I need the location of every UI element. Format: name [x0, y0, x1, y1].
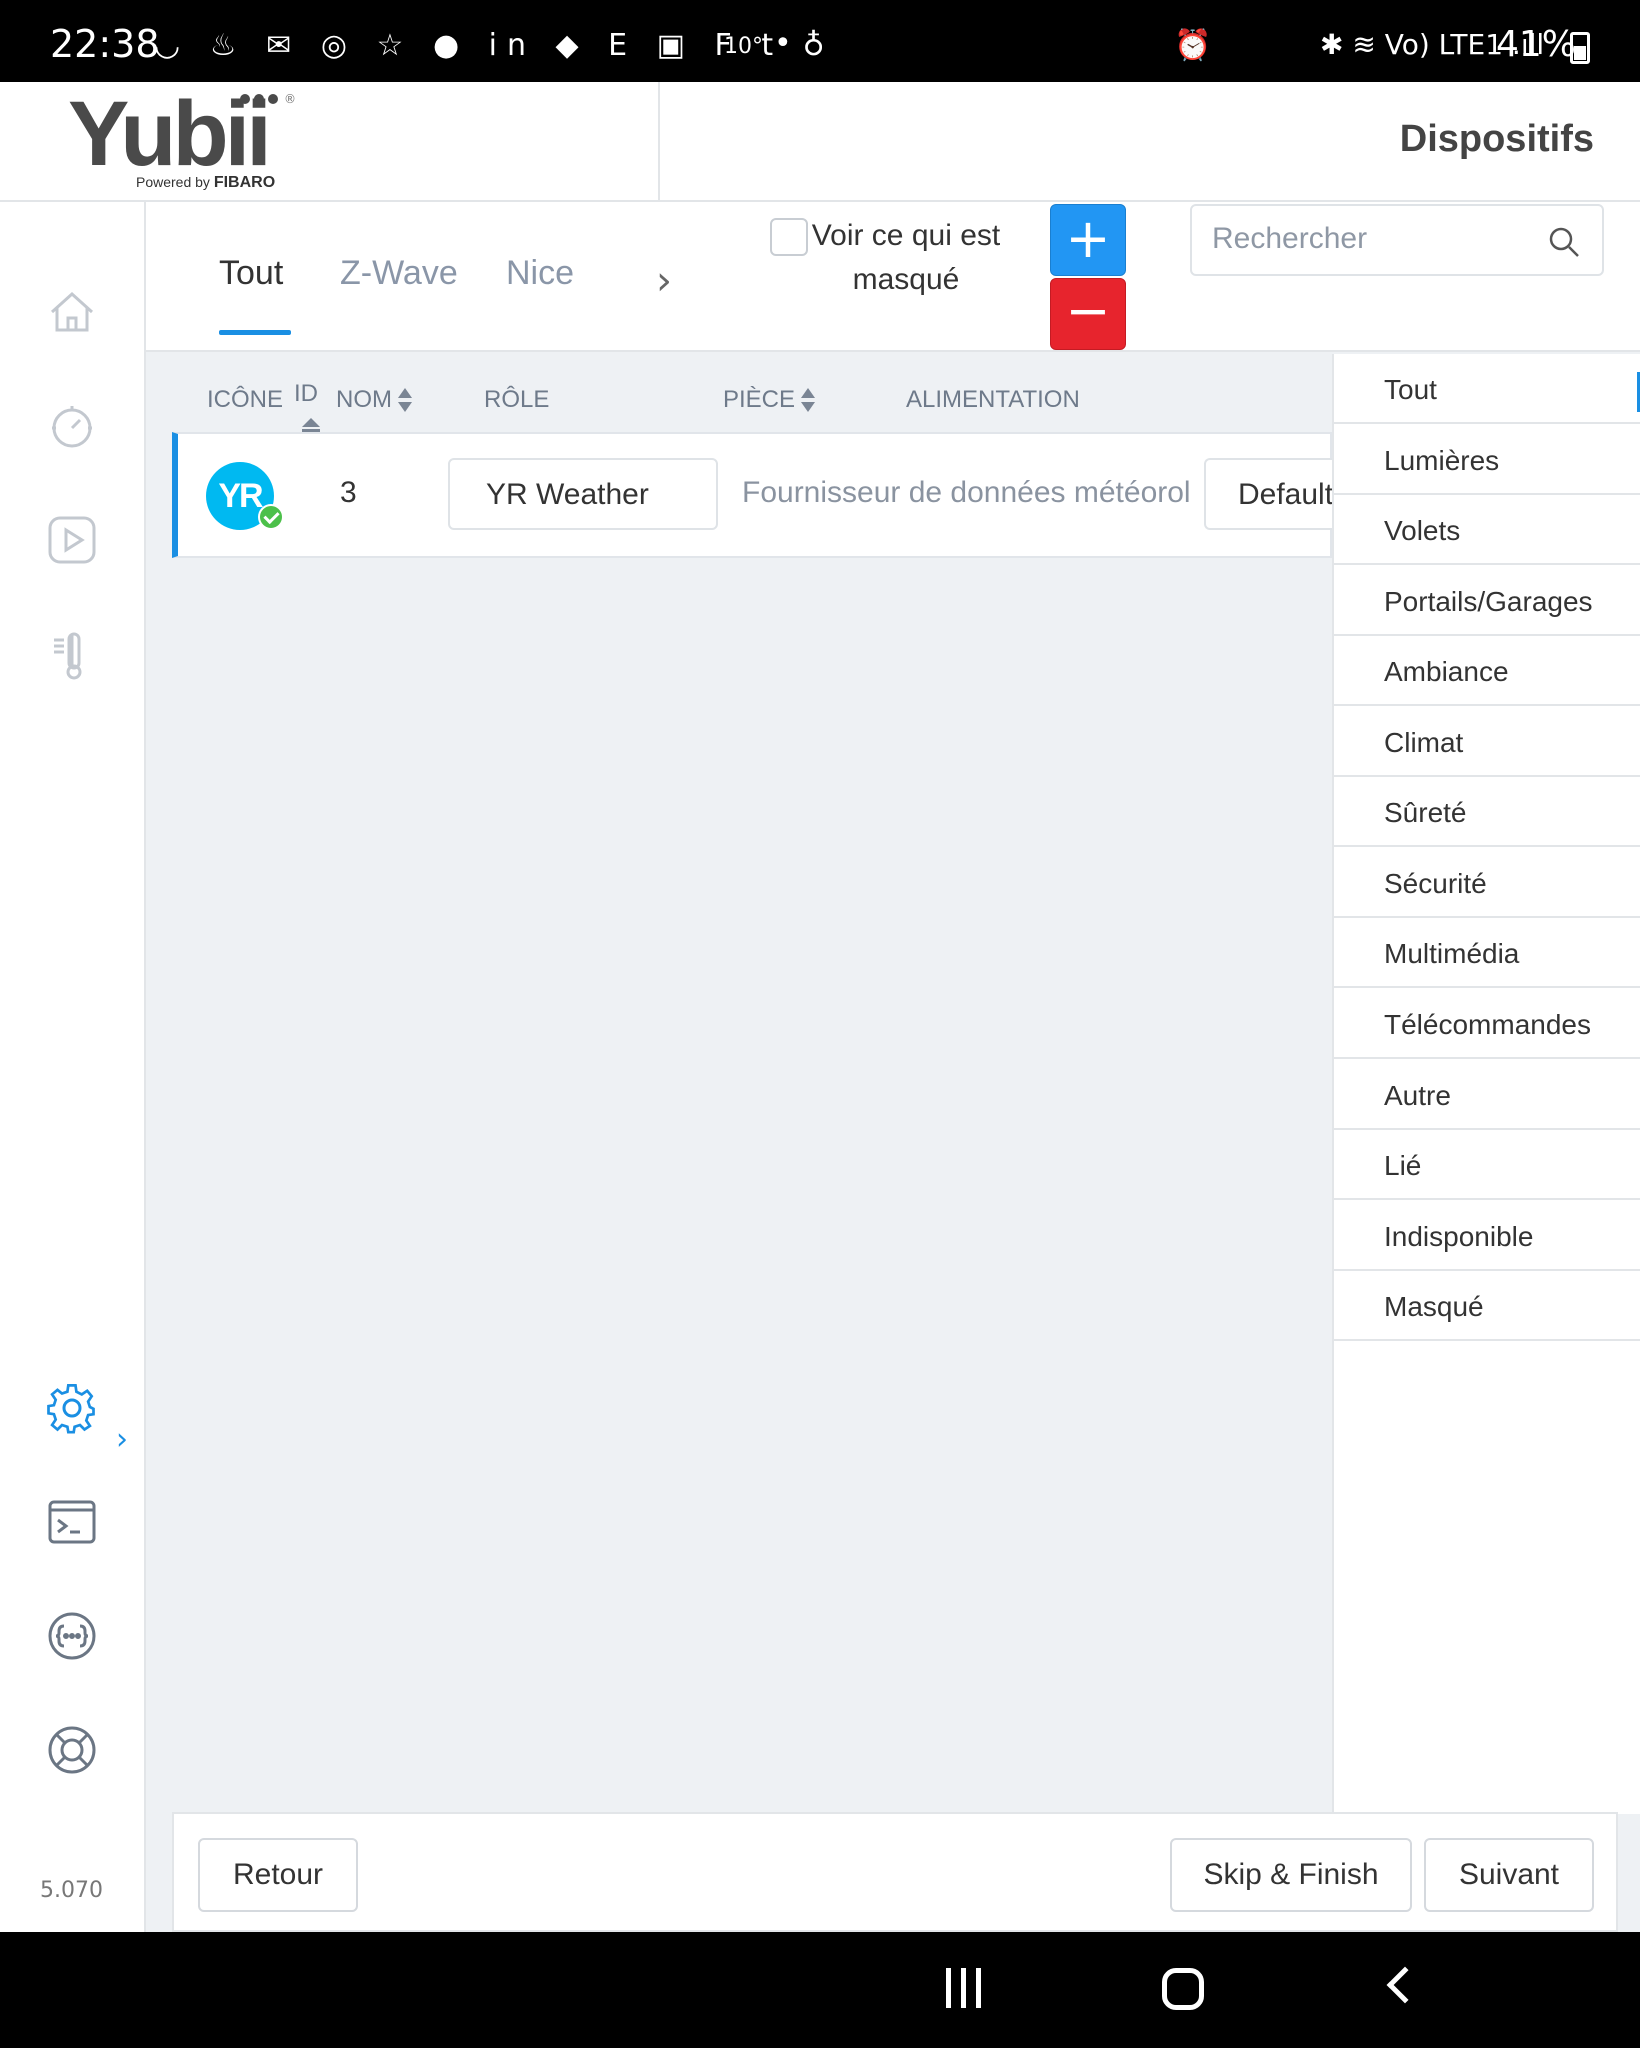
sort-icon[interactable] [398, 387, 412, 414]
active-tab-indicator [219, 330, 291, 335]
logo-dots-icon [240, 94, 278, 104]
help-lifebuoy-icon[interactable] [44, 1722, 100, 1778]
status-dot: • [774, 26, 792, 61]
tab-all[interactable]: Tout [219, 254, 283, 293]
category-item-gates[interactable]: Portails/Garages [1334, 566, 1640, 636]
home-button-icon[interactable] [1162, 1968, 1204, 2010]
device-role: Fournisseur de données météorol [742, 476, 1191, 509]
search-icon[interactable] [1548, 226, 1580, 258]
battery-percent: 41% [1496, 24, 1577, 65]
sort-icon[interactable] [801, 387, 816, 414]
column-power: ALIMENTATION [906, 386, 1080, 413]
terminal-icon[interactable] [44, 1494, 100, 1550]
category-item-shutters[interactable]: Volets [1334, 495, 1640, 565]
column-name[interactable]: NOM [336, 386, 412, 414]
plugins-braces-icon[interactable] [44, 1608, 100, 1664]
category-item-climate[interactable]: Climat [1334, 707, 1640, 777]
category-item-safety[interactable]: Sûreté [1334, 777, 1640, 847]
category-item-other[interactable]: Autre [1334, 1060, 1640, 1130]
category-item-remotes[interactable]: Télécommandes [1334, 989, 1640, 1059]
add-device-button[interactable]: + [1050, 204, 1126, 276]
device-id: 3 [340, 476, 357, 509]
column-room[interactable]: PIÈCE [723, 386, 816, 414]
wizard-footer: Retour Skip & Finish Suivant [172, 1812, 1618, 1932]
search-input[interactable] [1212, 222, 1532, 256]
app-version: 5.070 [40, 1878, 103, 1903]
tab-nice[interactable]: Nice [506, 254, 574, 293]
app-header: Yubii ® Powered by FIBARO Dispositifs [0, 82, 1640, 202]
status-time: 22:38 [50, 22, 160, 66]
category-item-ambiance[interactable]: Ambiance [1334, 636, 1640, 706]
battery-icon [1570, 32, 1590, 64]
tab-zwave[interactable]: Z-Wave [340, 254, 458, 293]
category-item-multimedia[interactable]: Multimédia [1334, 918, 1640, 988]
device-name-field[interactable]: YR Weather [448, 458, 718, 530]
logo[interactable]: Yubii ® Powered by FIBARO [0, 82, 660, 202]
sidebar: › 5.070 [0, 202, 146, 1932]
sort-ascending-icon[interactable] [302, 418, 320, 432]
dashboard-clock-icon[interactable] [44, 398, 100, 454]
show-hidden-label: Voir ce qui est masqué [811, 219, 1001, 296]
app-window: Yubii ® Powered by FIBARO Dispositifs › [0, 82, 1640, 1932]
table-header: ICÔNE ID NOM RÔLE PIÈCE ALIMENTATION [146, 354, 1326, 434]
status-temperature: 10° [724, 34, 763, 59]
column-icon: ICÔNE [207, 386, 284, 413]
status-bar: 22:38 ◡ ♨ ✉ ◎ ☆ ● in ◆ E ▣ F t ♁ 10° • ⏰… [0, 0, 1640, 82]
logo-subtitle: Powered by FIBARO [136, 174, 276, 191]
settings-expand-chevron-icon[interactable]: › [116, 1422, 128, 1457]
back-button[interactable]: Retour [198, 1838, 358, 1912]
logo-wordmark: Yubii [68, 83, 272, 185]
next-button[interactable]: Suivant [1424, 1838, 1594, 1912]
category-item-lights[interactable]: Lumières [1334, 425, 1640, 495]
recent-apps-icon[interactable] [944, 1968, 984, 2008]
back-arrow-icon[interactable] [1386, 1966, 1424, 2004]
thermometer-icon[interactable] [44, 628, 100, 684]
column-id[interactable]: ID [294, 380, 318, 408]
system-nav-bar [0, 1932, 1640, 2048]
device-room-select[interactable]: Default [1204, 458, 1344, 530]
settings-gear-icon[interactable] [44, 1380, 100, 1436]
home-icon[interactable] [44, 284, 100, 340]
page-title: Dispositifs [1399, 118, 1594, 160]
remove-device-button[interactable]: − [1050, 278, 1126, 350]
category-item-unavailable[interactable]: Indisponible [1334, 1201, 1640, 1271]
scenes-play-icon[interactable] [44, 512, 100, 568]
skip-finish-button[interactable]: Skip & Finish [1170, 1838, 1412, 1912]
alarm-icon: ⏰ [1174, 28, 1212, 63]
column-role: RÔLE [484, 386, 550, 413]
online-check-icon [258, 504, 284, 530]
category-item-security[interactable]: Sécurité [1334, 848, 1640, 918]
category-item-hidden[interactable]: Masqué [1334, 1271, 1640, 1341]
category-item-all[interactable]: Tout [1334, 354, 1640, 424]
chevron-right-icon[interactable]: › [656, 258, 672, 304]
category-menu: Tout Lumières Volets Portails/Garages Am… [1332, 354, 1640, 1814]
table-row[interactable]: YR 3 YR Weather Fournisseur de données m… [172, 432, 1344, 558]
logo-registered-mark: ® [284, 92, 296, 106]
search-box [1190, 204, 1604, 276]
category-item-linked[interactable]: Lié [1334, 1130, 1640, 1200]
tabs-toolbar: Tout Z-Wave Nice › Voir ce qui est masqu… [146, 202, 1640, 352]
